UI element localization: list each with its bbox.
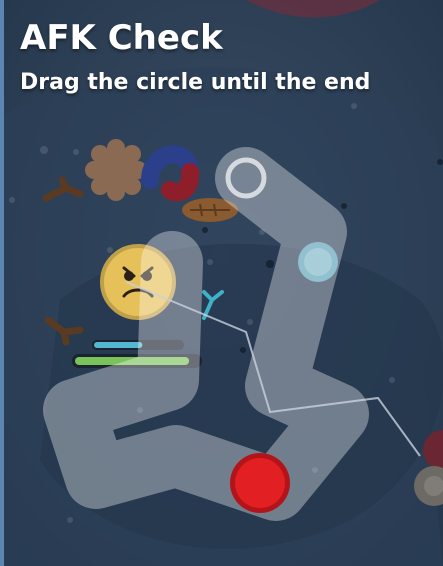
drag-circle-icon[interactable]: [230, 453, 290, 513]
afk-check-instruction: Drag the circle until the end: [20, 70, 371, 95]
afk-check-title: AFK Check: [20, 18, 223, 58]
game-screen: AFK Check Drag the circle until the end: [0, 0, 443, 566]
drag-track: [43, 147, 369, 521]
